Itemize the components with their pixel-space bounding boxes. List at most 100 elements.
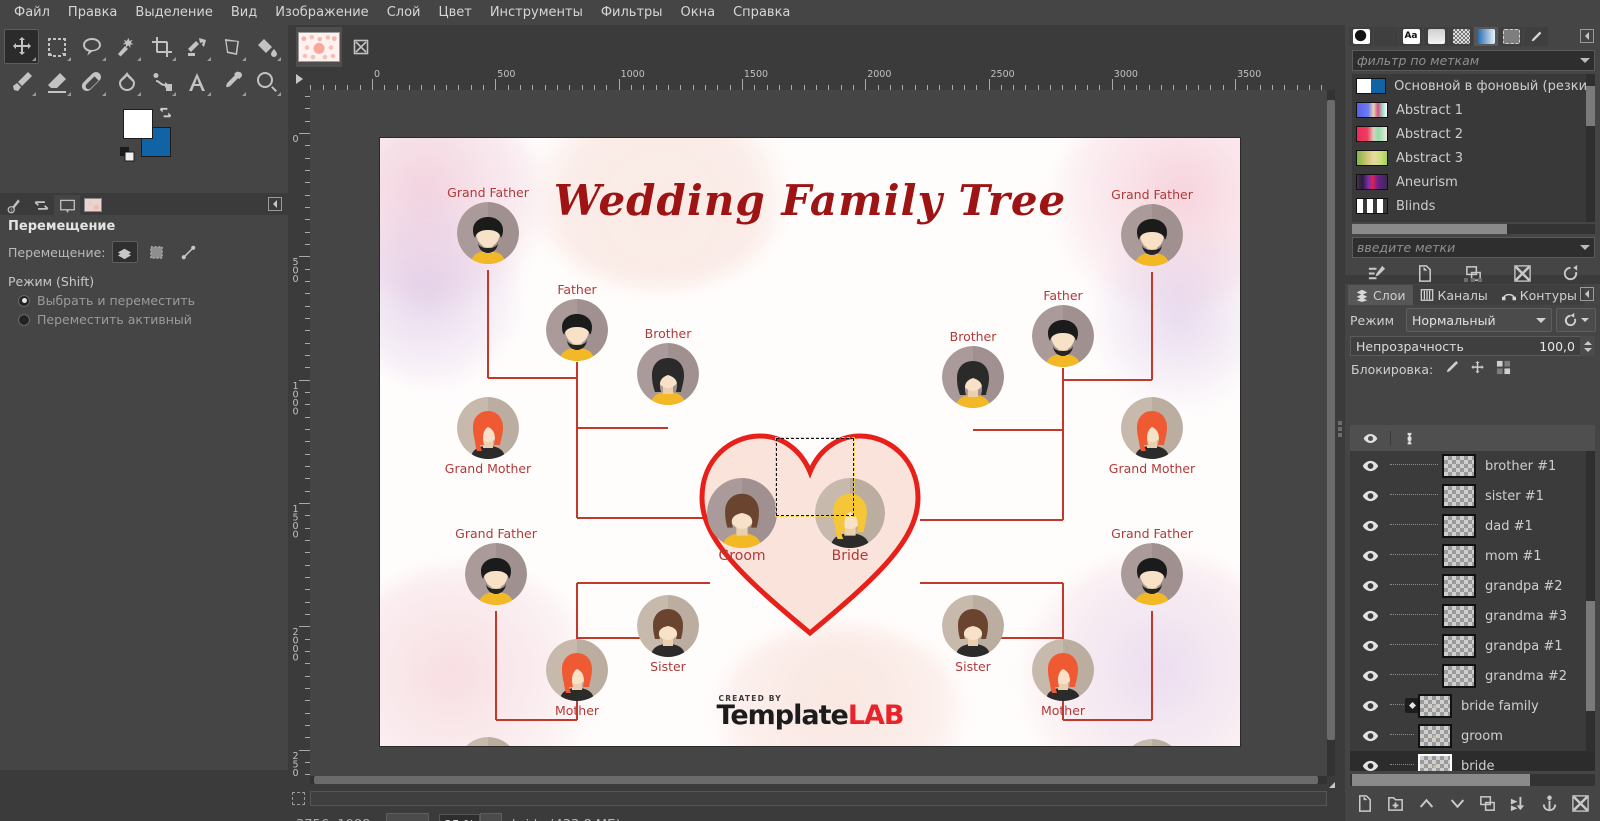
foreground-color-swatch[interactable] [123,109,153,139]
layer-list[interactable]: brother #1 sister #1 dad #1 mom #1 grandpa #… [1350,425,1595,771]
family-node-l-grandfather2[interactable]: Grand Father [455,526,537,605]
fonts-tab[interactable]: Aa [1399,26,1423,46]
couple-node-bride[interactable]: Bride [775,437,885,564]
paths-tool[interactable] [144,64,179,99]
menu-tools[interactable]: Инструменты [482,2,591,23]
documents-tab[interactable] [1424,26,1448,46]
horizontal-ruler[interactable]: 0 500 1000 1500 2000 2500 3000 3500 [310,68,1327,90]
quickmask-toggle-icon[interactable] [292,791,305,805]
device-status-tab[interactable]: i [2,195,28,215]
fuzzy-select-tool[interactable] [109,29,144,64]
layer-row[interactable]: sister #1 [1350,481,1595,511]
menu-file[interactable]: Файл [6,2,58,23]
transform-tool[interactable] [179,29,214,64]
family-node-l-grandfather[interactable]: Grand Father [447,185,529,264]
textures-tab[interactable] [1449,26,1473,46]
lock-alpha-icon[interactable] [1496,360,1511,378]
image-tab-bride[interactable] [296,26,342,67]
layer-visibility-icon[interactable] [1350,670,1390,682]
layer-mode-reset-button[interactable] [1556,308,1596,332]
family-node-r-grandmother[interactable]: Grand Mother [1109,397,1195,476]
smudge-tool[interactable] [109,64,144,99]
patterns-tab[interactable] [1374,26,1398,46]
layer-row[interactable]: grandma #3 [1350,601,1595,631]
layer-row[interactable]: grandpa #2 [1350,571,1595,601]
eraser-tool[interactable] [39,64,74,99]
toolbox-collapse-icon[interactable] [268,197,282,211]
layer-visibility-icon[interactable] [1350,550,1390,562]
radio-select-and-move[interactable]: Выбрать и переместить [0,291,288,310]
lower-layer-icon[interactable] [1448,794,1467,816]
couple-node-groom[interactable]: Groom [707,478,777,564]
layer-row[interactable]: groom [1350,721,1595,751]
layer-row[interactable]: mom #1 [1350,541,1595,571]
family-node-l-grandmother2[interactable]: Grand Mother [457,737,519,746]
layer-row[interactable]: grandma #2 [1350,661,1595,691]
family-node-r-grandmother2[interactable]: Grand Mother [1121,739,1183,746]
gradient-list-item[interactable]: Abstract 3 [1352,146,1595,170]
free-select-tool[interactable] [74,29,109,64]
menu-windows[interactable]: Окна [673,2,724,23]
layer-opacity-spinner[interactable] [1580,336,1595,356]
gradient-list-item[interactable]: Abstract 2 [1352,122,1595,146]
new-layer-icon[interactable] [1355,794,1374,816]
gradients-collapse-icon[interactable] [1580,29,1594,43]
menu-filters[interactable]: Фильтры [593,2,671,23]
layer-row[interactable]: bride family [1350,691,1595,721]
layer-visibility-icon[interactable] [1350,610,1390,622]
unit-selector[interactable]: px [386,813,430,821]
duplicate-layer-icon[interactable] [1478,794,1497,816]
layer-mode-select[interactable]: Нормальный [1406,308,1552,332]
gradient-list-item[interactable]: Основной в фоновый (резкий п [1352,74,1595,98]
paint-dynamics-tab[interactable] [1524,26,1548,46]
canvas-vertical-scrollbar[interactable] [1327,90,1335,776]
tab-paths[interactable]: Контуры [1494,285,1584,305]
text-tool[interactable] [179,64,214,99]
menu-edit[interactable]: Правка [60,2,125,23]
family-node-r-mother[interactable]: Mother [1032,639,1094,718]
undo-history-tab[interactable] [28,195,54,215]
layers-collapse-icon[interactable] [1580,287,1594,301]
gradient-list[interactable]: Основной в фоновый (резкий п Abstract 1 Ab… [1352,74,1595,222]
canvas-viewport[interactable]: Wedding Family Tree Grand Father Grand Mo… [310,90,1327,776]
dock-drag-handle[interactable] [1335,25,1345,821]
layer-row[interactable]: bride [1350,751,1595,771]
layer-row[interactable]: dad #1 [1350,511,1595,541]
layer-visibility-icon[interactable] [1350,700,1390,712]
lock-pixels-icon[interactable] [1444,360,1459,378]
family-node-l-brother[interactable]: Brother [637,326,699,405]
zoom-dropdown-button[interactable] [479,813,502,821]
healing-tool[interactable] [74,64,109,99]
tool-options-tab[interactable] [54,195,80,215]
gradient-list-scrollbar[interactable] [1586,74,1595,222]
family-node-l-grandmother[interactable]: Grand Mother [445,397,531,476]
brushes-tab[interactable] [1349,26,1373,46]
canvas-horizontal-scrollbar[interactable] [310,776,1327,784]
new-layer-group-icon[interactable] [1386,794,1405,816]
layer-visibility-icon[interactable] [1350,640,1390,652]
family-node-r-sister[interactable]: Sister [942,595,1004,674]
layer-visibility-icon[interactable] [1350,490,1390,502]
gradient-list-item[interactable]: Aneurism [1352,170,1595,194]
gradients-tab[interactable] [1474,26,1498,46]
family-node-r-father[interactable]: Father [1032,288,1094,367]
menu-help[interactable]: Справка [725,2,798,23]
lock-position-icon[interactable] [1470,360,1485,378]
layer-list-hscrollbar[interactable] [1350,774,1595,786]
ruler-origin-button[interactable] [288,68,310,90]
layer-row[interactable]: brother #1 [1350,451,1595,481]
layer-visibility-icon[interactable] [1350,730,1390,742]
vertical-ruler[interactable]: 0 500 1000 1500 2000 2500 [288,90,310,776]
image-canvas[interactable]: Wedding Family Tree Grand Father Grand Mo… [380,138,1240,746]
menu-color[interactable]: Цвет [430,2,479,23]
delete-layer-icon[interactable] [1571,794,1590,816]
gradient-list-item[interactable]: Blue Green [1352,218,1595,222]
menu-layer[interactable]: Слой [379,2,429,23]
anchor-layer-icon[interactable] [1540,794,1559,816]
tab-layers[interactable]: Слои [1348,285,1413,305]
dock-separator[interactable] [1345,275,1600,284]
move-selection-button[interactable] [144,241,170,263]
gradient-list-item[interactable]: Abstract 1 [1352,98,1595,122]
family-node-l-father[interactable]: Father [546,282,608,361]
gradient-tag-input[interactable]: введите метки [1352,237,1595,258]
